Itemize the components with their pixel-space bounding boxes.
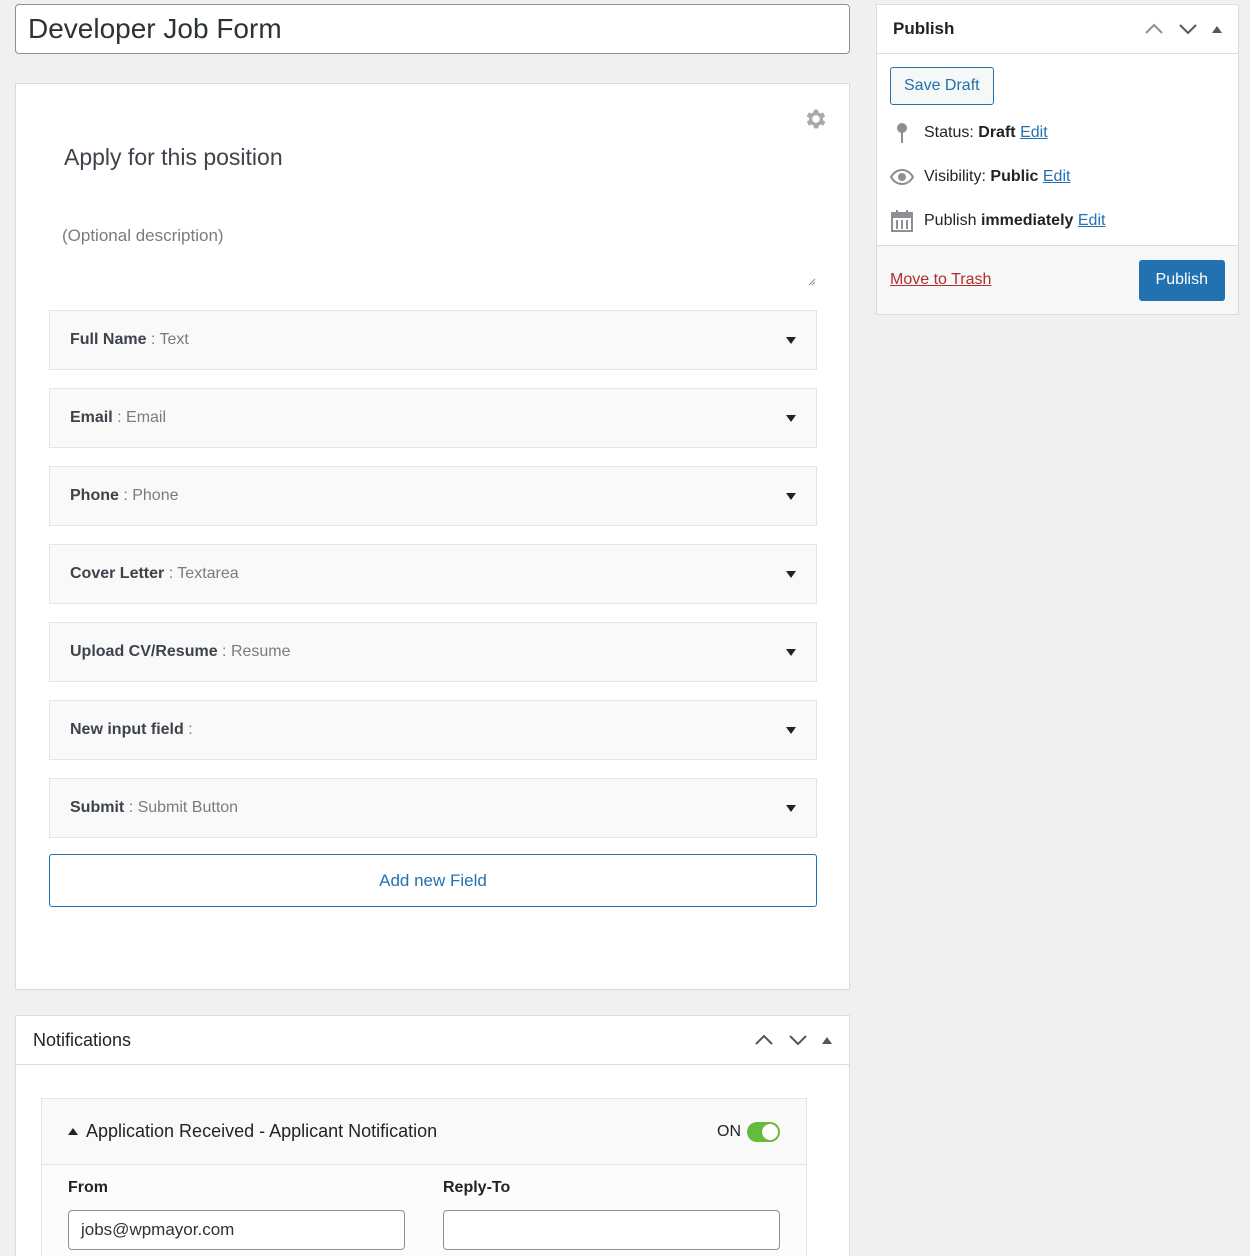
form-heading[interactable]: Apply for this position — [64, 144, 283, 171]
schedule-label: Publish — [924, 212, 977, 229]
field-row-email[interactable]: Email : Email — [49, 388, 817, 448]
resize-grip-icon[interactable] — [808, 278, 816, 286]
from-field[interactable]: jobs@wpmayor.com — [68, 1210, 405, 1250]
field-name: Phone — [70, 487, 119, 504]
pin-icon — [890, 122, 914, 144]
schedule-row: Publish immediately Edit — [890, 210, 1105, 232]
eye-icon — [890, 166, 914, 188]
toggle-arrow-icon[interactable] — [1212, 25, 1222, 33]
field-type: Textarea — [177, 565, 239, 582]
chevron-up-icon[interactable] — [1144, 23, 1164, 35]
field-separator: : — [164, 565, 178, 582]
reply-to-label: Reply-To — [443, 1179, 511, 1196]
field-name: Submit — [70, 799, 125, 816]
field-separator: : — [118, 487, 133, 504]
field-row-cover-letter[interactable]: Cover Letter : Textarea — [49, 544, 817, 604]
chevron-down-icon[interactable] — [788, 1034, 808, 1046]
caret-down-icon[interactable] — [786, 726, 796, 734]
field-type: Resume — [230, 643, 291, 660]
status-row: Status: Draft Edit — [890, 122, 1048, 144]
move-to-trash-link[interactable]: Move to Trash — [890, 271, 991, 289]
add-new-field-button[interactable]: Add new Field — [49, 854, 817, 907]
notifications-header[interactable]: Notifications — [16, 1016, 849, 1065]
field-row-submit[interactable]: Submit : Submit Button — [49, 778, 817, 838]
status-value: Draft — [978, 124, 1016, 141]
toggle-label: ON — [717, 1122, 741, 1140]
schedule-edit-link[interactable]: Edit — [1078, 212, 1106, 229]
caret-down-icon[interactable] — [786, 336, 796, 344]
notification-item-title: Application Received - Applicant Notific… — [68, 1121, 437, 1142]
publish-button[interactable]: Publish — [1138, 259, 1225, 301]
caret-down-icon[interactable] — [786, 804, 796, 812]
visibility-label: Visibility: — [924, 168, 986, 185]
notification-item: Application Received - Applicant Notific… — [41, 1098, 807, 1256]
field-name: Upload CV/Resume — [70, 643, 218, 660]
visibility-value: Public — [990, 168, 1039, 185]
field-row-phone[interactable]: Phone : Phone — [49, 466, 817, 526]
field-separator: : — [112, 409, 127, 426]
notification-item-body: From jobs@wpmayor.com Reply-To — [42, 1165, 806, 1250]
field-separator: : — [124, 799, 138, 816]
field-name: Cover Letter — [70, 565, 165, 582]
status-edit-link[interactable]: Edit — [1020, 124, 1048, 141]
notification-toggle[interactable] — [747, 1121, 780, 1142]
publish-title: Publish — [893, 19, 955, 38]
notification-toggle-wrap: ON — [717, 1121, 780, 1142]
caret-down-icon[interactable] — [786, 492, 796, 500]
field-name: Email — [70, 409, 113, 426]
field-name: New input field — [70, 721, 184, 738]
form-editor-panel: Apply for this position (Optional descri… — [15, 83, 850, 990]
notifications-title: Notifications — [33, 1029, 132, 1050]
field-row-upload-cv[interactable]: Upload CV/Resume : Resume — [49, 622, 817, 682]
form-description-input[interactable]: (Optional description) — [62, 226, 224, 246]
toggle-arrow-icon[interactable] — [822, 1036, 832, 1044]
reply-to-column: Reply-To — [443, 1179, 780, 1250]
caret-down-icon[interactable] — [786, 414, 796, 422]
field-type: Text — [159, 331, 189, 348]
schedule-value: immediately — [980, 212, 1074, 229]
chevron-down-icon[interactable] — [1178, 23, 1198, 35]
caret-down-icon[interactable] — [786, 570, 796, 578]
notifications-panel: Notifications Application Received - App… — [15, 1015, 850, 1256]
notification-title-text: Application Received - Applicant Notific… — [86, 1121, 438, 1141]
field-type: Submit Button — [137, 799, 239, 816]
collapse-arrow-icon[interactable] — [68, 1128, 78, 1135]
field-separator: : — [217, 643, 231, 660]
publish-box: Publish Save Draft Status: Draft Edit Vi… — [876, 4, 1239, 315]
field-row-new-input[interactable]: New input field : — [49, 700, 817, 760]
chevron-up-icon[interactable] — [754, 1034, 774, 1046]
field-separator: : — [146, 331, 160, 348]
from-label: From — [68, 1179, 108, 1196]
from-column: From jobs@wpmayor.com — [68, 1179, 405, 1250]
caret-down-icon[interactable] — [786, 648, 796, 656]
field-row-full-name[interactable]: Full Name : Text — [49, 310, 817, 370]
field-separator: : — [183, 721, 193, 738]
calendar-icon — [890, 210, 914, 232]
gear-icon[interactable] — [803, 106, 829, 132]
field-type: Phone — [132, 487, 179, 504]
form-fields-list: Full Name : Text Email : Email Phone : P… — [49, 310, 817, 856]
field-type: Email — [126, 409, 167, 426]
post-title-input[interactable]: Developer Job Form — [15, 4, 850, 54]
visibility-edit-link[interactable]: Edit — [1043, 168, 1071, 185]
field-name: Full Name — [70, 331, 147, 348]
notification-item-header[interactable]: Application Received - Applicant Notific… — [42, 1099, 806, 1165]
status-label: Status: — [924, 124, 974, 141]
box-controls — [754, 1034, 832, 1046]
publish-header[interactable]: Publish — [877, 5, 1238, 54]
box-controls — [1144, 23, 1222, 35]
reply-to-field[interactable] — [443, 1210, 780, 1250]
visibility-row: Visibility: Public Edit — [890, 166, 1070, 188]
save-draft-button[interactable]: Save Draft — [890, 67, 994, 105]
publish-footer: Move to Trash Publish — [877, 245, 1238, 314]
